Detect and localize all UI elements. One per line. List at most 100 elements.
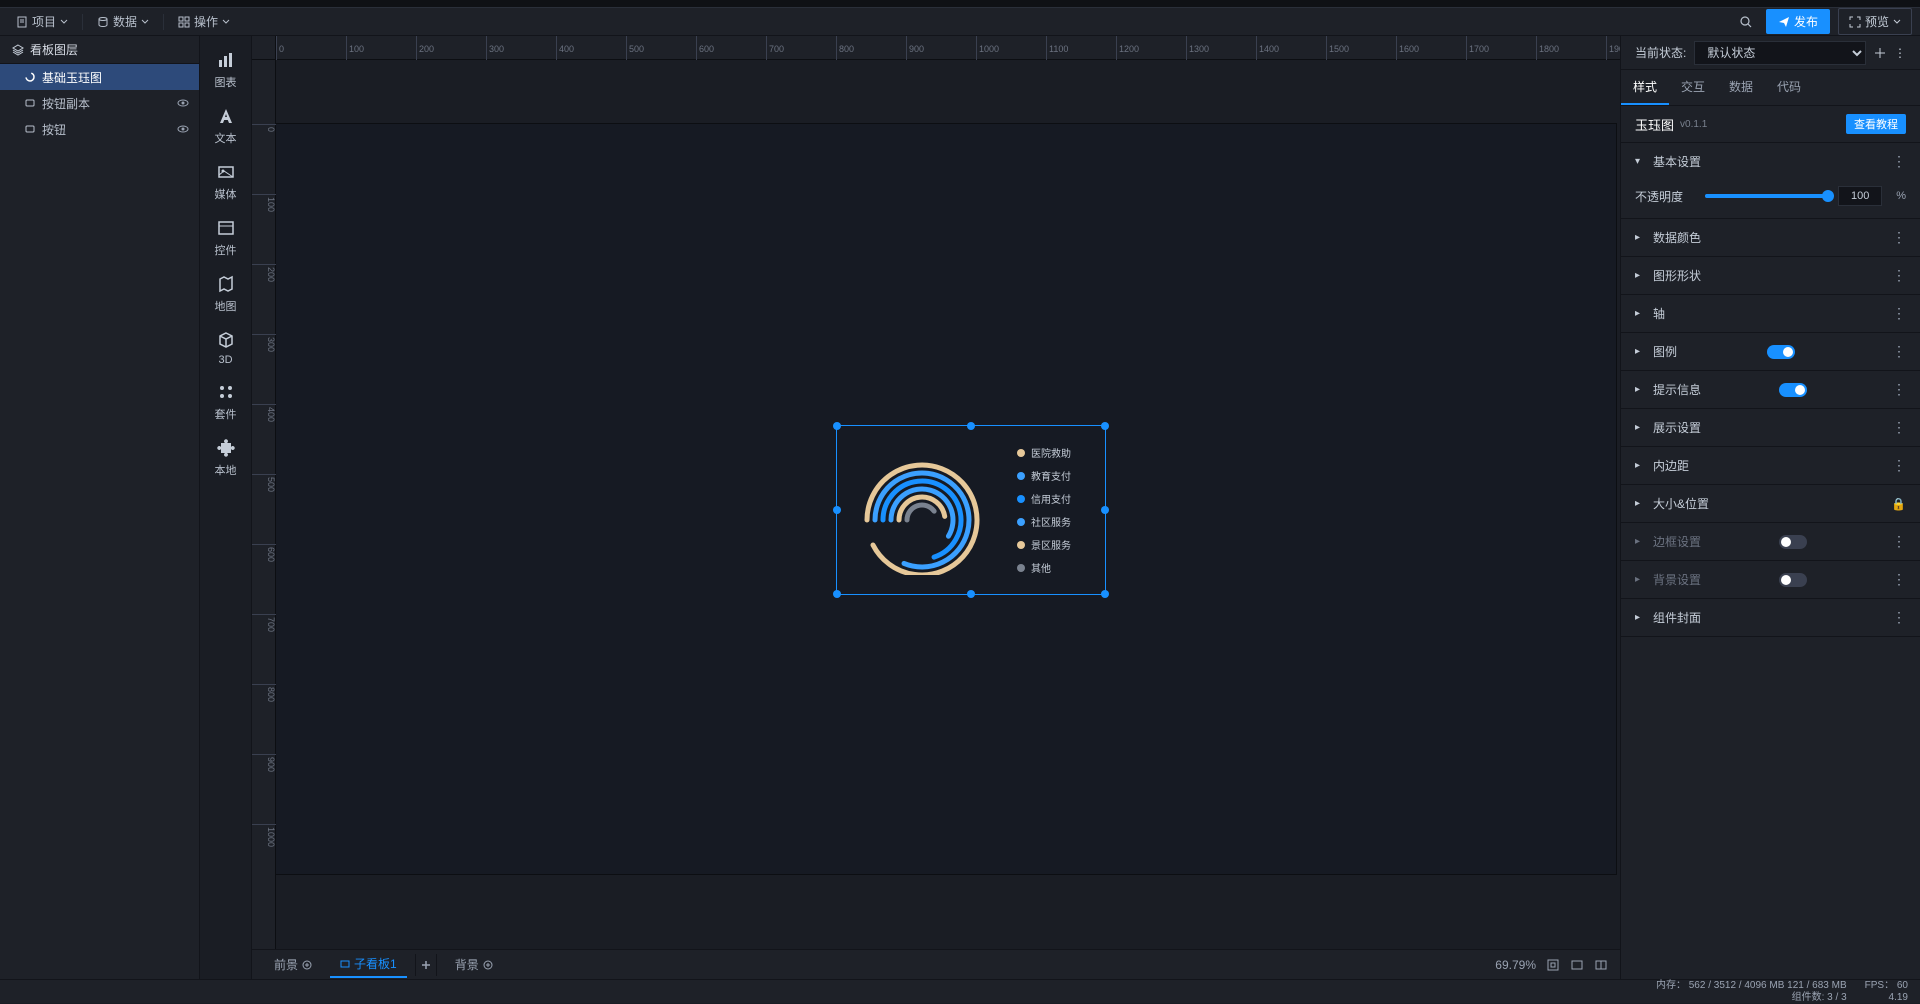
legend-label: 教育支付 — [1031, 468, 1071, 483]
section-basic-settings[interactable]: ▾ 基本设置 ⋮ — [1621, 143, 1920, 180]
section-more[interactable]: ⋮ — [1892, 609, 1906, 626]
rail-cube[interactable]: 3D — [200, 322, 251, 374]
section-cover[interactable]: ▸组件封面⋮ — [1621, 599, 1920, 636]
tab-sub-canvas[interactable]: 子看板1 — [330, 951, 407, 978]
section-more[interactable]: ⋮ — [1892, 381, 1906, 398]
prop-tab-style[interactable]: 样式 — [1621, 70, 1669, 105]
text-icon — [216, 106, 236, 126]
legend-label: 医院救助 — [1031, 445, 1071, 460]
view2-icon[interactable] — [1594, 958, 1608, 972]
zoom-level[interactable]: 69.79% — [1495, 958, 1536, 972]
legend-item: 教育支付 — [1017, 468, 1071, 483]
section-axis[interactable]: ▸轴⋮ — [1621, 295, 1920, 332]
section-more[interactable]: ⋮ — [1892, 457, 1906, 474]
rail-label: 媒体 — [215, 186, 237, 202]
preview-button[interactable]: 预览 — [1838, 8, 1912, 35]
selected-widget-jade-chart[interactable]: 医院救助教育支付信用支付社区服务景区服务其他 — [836, 425, 1106, 595]
opacity-input[interactable] — [1838, 186, 1882, 206]
canvas-tab-strip: 前景 子看板1 背景 69.79% — [252, 949, 1620, 979]
section-legend[interactable]: ▸图例⋮ — [1621, 333, 1920, 370]
section-basic-label: 基本设置 — [1653, 153, 1701, 170]
plus-icon — [420, 959, 432, 971]
rail-label: 本地 — [215, 462, 237, 478]
section-more[interactable]: ⋮ — [1892, 533, 1906, 550]
status-bar: 内存： 562 / 3512 / 4096 MB 121 / 683 MB 组件… — [0, 979, 1920, 1003]
layers-panel: 看板图层 基础玉珏图按钮副本按钮 — [0, 36, 200, 979]
rail-map[interactable]: 地图 — [200, 266, 251, 322]
legend-label: 社区服务 — [1031, 514, 1071, 529]
section-label: 图形形状 — [1653, 267, 1701, 284]
rail-control[interactable]: 控件 — [200, 210, 251, 266]
rail-puzzle[interactable]: 本地 — [200, 430, 251, 486]
publish-button[interactable]: 发布 — [1766, 9, 1830, 34]
section-more[interactable]: ⋮ — [1892, 571, 1906, 588]
section-display[interactable]: ▸展示设置⋮ — [1621, 409, 1920, 446]
prop-tab-interact[interactable]: 交互 — [1669, 70, 1717, 105]
add-state-button[interactable] — [1874, 47, 1886, 59]
search-button[interactable] — [1734, 10, 1758, 34]
legend-label: 其他 — [1031, 560, 1051, 575]
section-background[interactable]: ▸背景设置⋮ — [1621, 561, 1920, 598]
rail-chart[interactable]: 图表 — [200, 42, 251, 98]
expand-icon — [1849, 16, 1861, 28]
lock-icon[interactable]: 🔒 — [1891, 497, 1906, 511]
top-menubar: 项目 数据 操作 发布 预览 — [0, 8, 1920, 36]
section-more[interactable]: ⋮ — [1892, 305, 1906, 322]
layer-row[interactable]: 按钮副本 — [0, 90, 199, 116]
prop-tab-data[interactable]: 数据 — [1717, 70, 1765, 105]
section-size-pos[interactable]: ▸大小&位置🔒 — [1621, 485, 1920, 522]
section-label: 数据颜色 — [1653, 229, 1701, 246]
rail-label: 套件 — [215, 406, 237, 422]
state-more[interactable]: ⋮ — [1894, 46, 1906, 60]
map-icon — [216, 274, 236, 294]
layer-icon — [24, 71, 36, 83]
layers-header-label: 看板图层 — [30, 41, 78, 58]
section-padding[interactable]: ▸内边距⋮ — [1621, 447, 1920, 484]
section-more[interactable]: ⋮ — [1892, 343, 1906, 360]
rail-label: 3D — [218, 354, 232, 366]
state-label: 当前状态: — [1635, 44, 1686, 61]
rail-text[interactable]: 文本 — [200, 98, 251, 154]
prop-tab-code[interactable]: 代码 — [1765, 70, 1813, 105]
section-more[interactable]: ⋮ — [1892, 153, 1906, 170]
section-tooltip[interactable]: ▸提示信息⋮ — [1621, 371, 1920, 408]
tab-background[interactable]: 背景 — [445, 952, 503, 977]
tooltip-toggle[interactable] — [1779, 383, 1807, 397]
menu-project-label: 项目 — [32, 13, 56, 30]
opacity-label: 不透明度 — [1635, 188, 1695, 205]
section-data-color[interactable]: ▸数据颜色⋮ — [1621, 219, 1920, 256]
section-more[interactable]: ⋮ — [1892, 419, 1906, 436]
status-memory: 内存： 562 / 3512 / 4096 MB 121 / 683 MB — [1656, 980, 1847, 992]
chevron-down-icon — [141, 18, 149, 26]
visibility-icon[interactable] — [177, 97, 189, 109]
section-border[interactable]: ▸边框设置⋮ — [1621, 523, 1920, 560]
opacity-slider[interactable] — [1705, 194, 1828, 198]
tutorial-button[interactable]: 查看教程 — [1846, 114, 1906, 134]
plus-icon — [1874, 47, 1886, 59]
menu-operate[interactable]: 操作 — [170, 9, 238, 34]
state-select[interactable]: 默认状态 — [1694, 41, 1866, 65]
component-rail: 图表文本媒体控件地图 3D 套件本地 — [200, 36, 252, 979]
section-shape[interactable]: ▸图形形状⋮ — [1621, 257, 1920, 294]
border-toggle[interactable] — [1779, 535, 1807, 549]
publish-label: 发布 — [1794, 13, 1818, 30]
menu-data-label: 数据 — [113, 13, 137, 30]
background-toggle[interactable] — [1779, 573, 1807, 587]
layer-label: 按钮 — [42, 121, 66, 138]
section-more[interactable]: ⋮ — [1892, 229, 1906, 246]
canvas-area[interactable]: 0100200300400500600700800900100011001200… — [252, 36, 1620, 979]
section-more[interactable]: ⋮ — [1892, 267, 1906, 284]
rail-kit[interactable]: 套件 — [200, 374, 251, 430]
rail-media[interactable]: 媒体 — [200, 154, 251, 210]
visibility-icon[interactable] — [177, 123, 189, 135]
fit-icon[interactable] — [1546, 958, 1560, 972]
tab-foreground[interactable]: 前景 — [264, 952, 322, 977]
menu-project[interactable]: 项目 — [8, 9, 76, 34]
rail-label: 地图 — [215, 298, 237, 314]
legend-toggle[interactable] — [1767, 345, 1795, 359]
view1-icon[interactable] — [1570, 958, 1584, 972]
menu-data[interactable]: 数据 — [89, 9, 157, 34]
add-tab-button[interactable] — [415, 954, 437, 976]
layer-row[interactable]: 按钮 — [0, 116, 199, 142]
layer-row[interactable]: 基础玉珏图 — [0, 64, 199, 90]
